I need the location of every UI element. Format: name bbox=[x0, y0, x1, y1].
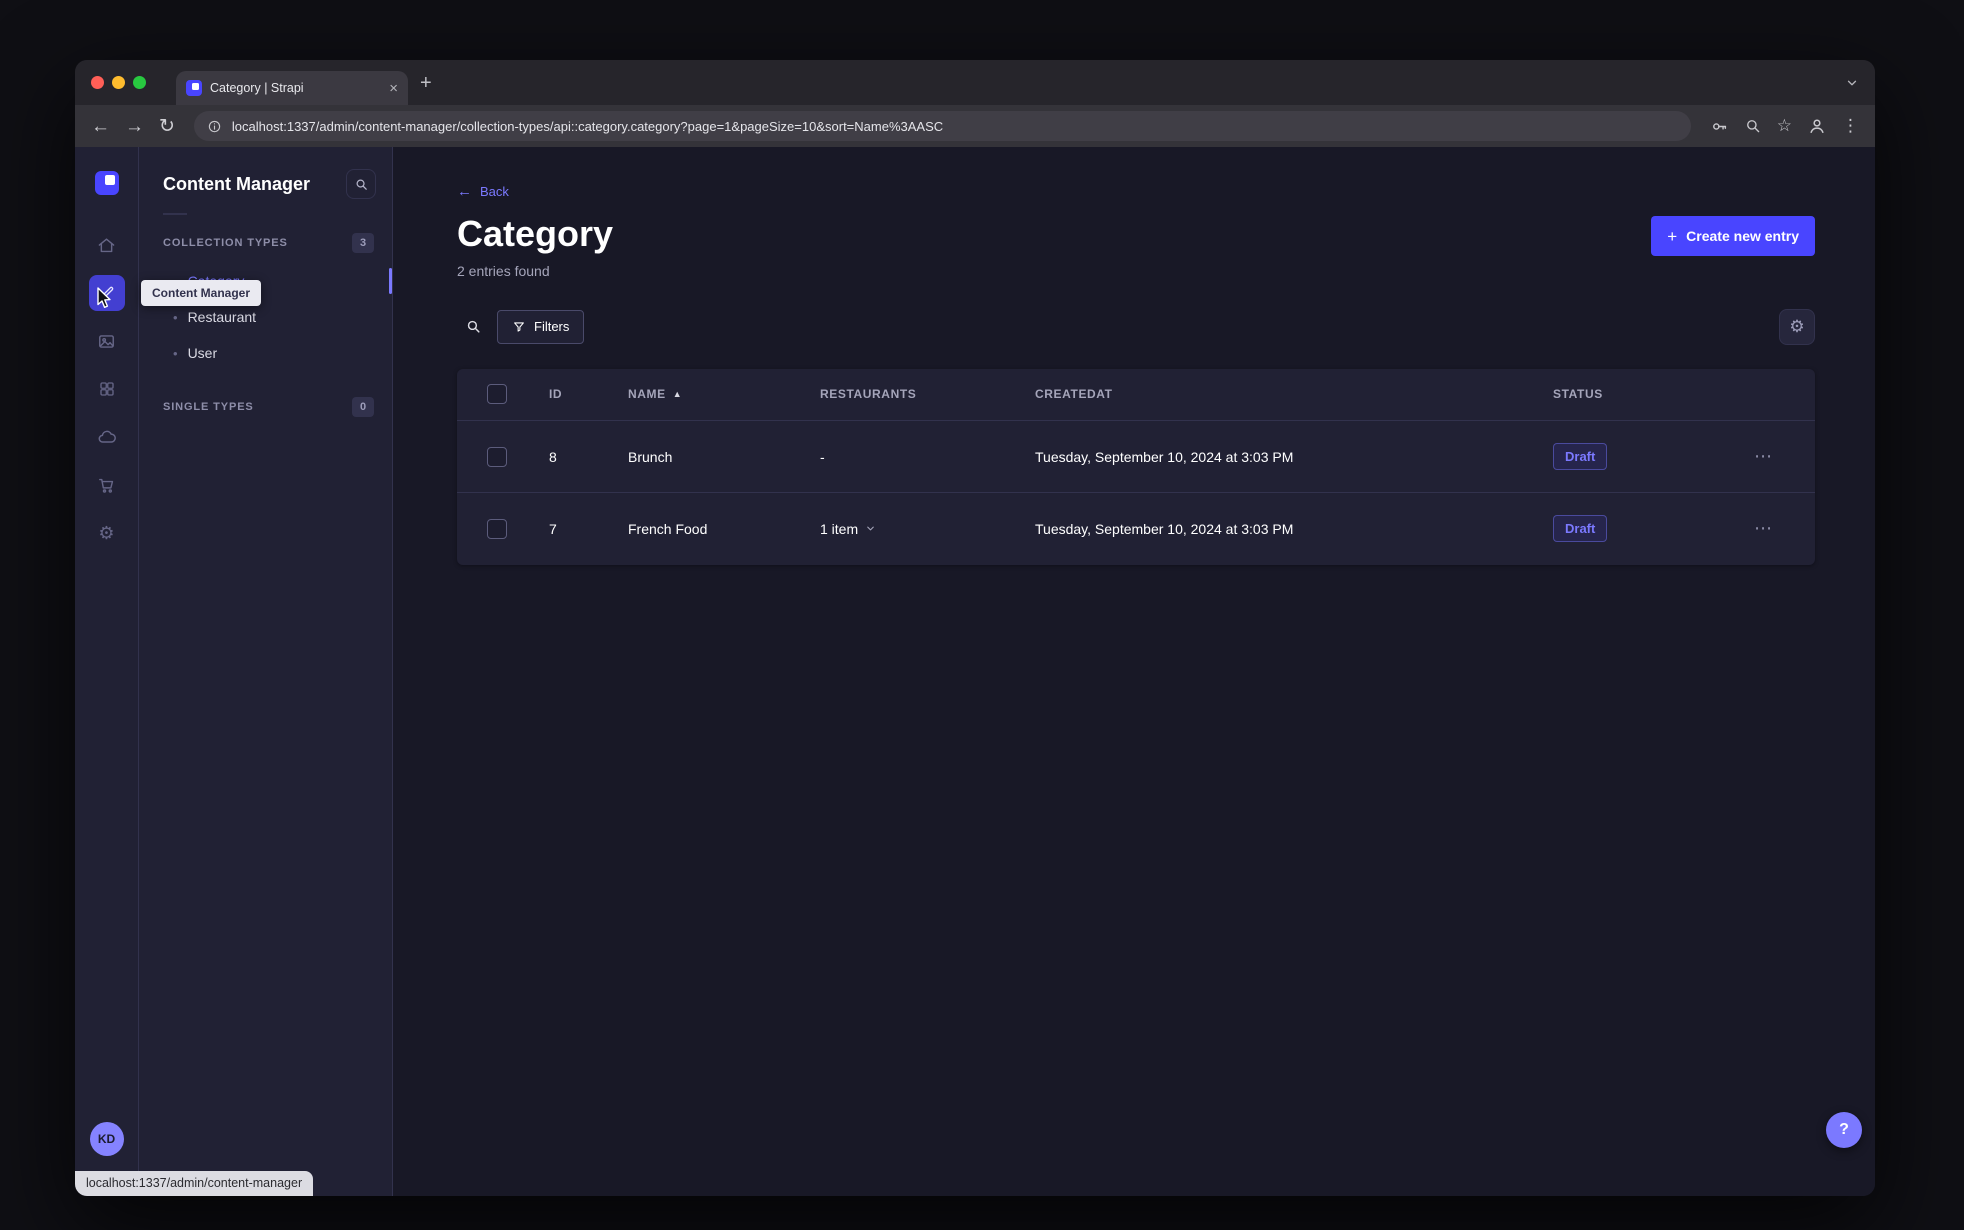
tab-close-icon[interactable]: × bbox=[389, 81, 398, 96]
page-title: Category bbox=[457, 213, 614, 254]
subnav-search-icon[interactable] bbox=[346, 169, 376, 199]
url-text: localhost:1337/admin/content-manager/col… bbox=[231, 118, 944, 134]
cell-id: 8 bbox=[549, 420, 628, 493]
sort-asc-icon[interactable]: ▲ bbox=[673, 389, 683, 399]
content-manager-tooltip: Content Manager bbox=[141, 280, 262, 306]
browser-back-button[interactable]: ← bbox=[91, 117, 110, 136]
create-new-entry-button[interactable]: + Create new entry bbox=[1651, 216, 1815, 256]
active-indicator bbox=[389, 268, 392, 294]
browser-reload-button[interactable]: ↻ bbox=[159, 117, 175, 136]
cell-restaurants: - bbox=[820, 420, 1035, 493]
marketplace-cart-icon[interactable] bbox=[89, 467, 125, 503]
relations-count: 1 item bbox=[820, 520, 859, 537]
status-badge: Draft bbox=[1553, 443, 1608, 471]
cell-createdat: Tuesday, September 10, 2024 at 3:03 PM bbox=[1035, 420, 1553, 493]
column-header-createdat[interactable]: CREATEDAT bbox=[1035, 387, 1113, 401]
bookmark-star-icon[interactable]: ☆ bbox=[1777, 116, 1792, 136]
home-icon[interactable] bbox=[89, 227, 125, 263]
filter-funnel-icon bbox=[514, 321, 524, 332]
chevron-down-icon bbox=[865, 523, 876, 534]
subnav-title: Content Manager bbox=[163, 173, 311, 194]
back-label: Back bbox=[480, 184, 509, 199]
table-row[interactable]: 7 French Food 1 item Tuesday, September … bbox=[457, 492, 1815, 565]
row-actions-icon[interactable]: ⋯ bbox=[1754, 446, 1774, 466]
search-icon[interactable] bbox=[457, 311, 489, 343]
row-actions-icon[interactable]: ⋯ bbox=[1754, 518, 1774, 538]
profile-icon[interactable] bbox=[1807, 116, 1827, 136]
collection-types-count-badge: 3 bbox=[352, 233, 374, 253]
desktop-background: Category | Strapi × + ← → ↻ localhost:13… bbox=[0, 0, 1964, 1230]
password-key-icon[interactable] bbox=[1710, 117, 1729, 136]
table-header-row: ID NAME ▲ RESTAURANTS CREATEDAT STATUS bbox=[457, 369, 1815, 421]
main-content: ← Back Category 2 entries found + Create… bbox=[393, 147, 1875, 1196]
create-button-label: Create new entry bbox=[1686, 228, 1799, 244]
select-all-checkbox[interactable] bbox=[487, 384, 507, 405]
filters-button[interactable]: Filters bbox=[497, 309, 585, 344]
column-header-status[interactable]: STATUS bbox=[1553, 387, 1603, 401]
url-bar[interactable]: localhost:1337/admin/content-manager/col… bbox=[193, 111, 1691, 141]
single-types-count-badge: 0 bbox=[352, 397, 374, 417]
back-arrow-icon: ← bbox=[457, 183, 472, 200]
window-close-button[interactable] bbox=[91, 76, 104, 89]
browser-tab[interactable]: Category | Strapi × bbox=[176, 71, 408, 105]
filters-label: Filters bbox=[534, 319, 570, 335]
sidebar-item-user[interactable]: • User bbox=[139, 335, 392, 371]
bullet-icon: • bbox=[173, 345, 178, 361]
browser-forward-button[interactable]: → bbox=[125, 117, 144, 136]
rail-icon-list: ⚙ bbox=[88, 227, 125, 551]
row-checkbox[interactable] bbox=[487, 446, 507, 467]
status-badge: Draft bbox=[1553, 515, 1608, 543]
deploy-cloud-icon[interactable] bbox=[89, 419, 125, 455]
window-minimize-button[interactable] bbox=[112, 76, 125, 89]
help-button[interactable]: ? bbox=[1826, 1112, 1862, 1148]
browser-menu-icon[interactable]: ⋮ bbox=[1842, 116, 1859, 136]
bullet-icon: • bbox=[173, 309, 178, 325]
strapi-logo[interactable] bbox=[94, 171, 119, 195]
media-library-icon[interactable] bbox=[89, 323, 125, 359]
plus-icon: + bbox=[1667, 226, 1678, 246]
subnav-divider bbox=[163, 213, 187, 215]
browser-window: Category | Strapi × + ← → ↻ localhost:13… bbox=[75, 60, 1875, 1196]
tab-search-chevron-icon[interactable] bbox=[1845, 76, 1859, 90]
content-type-builder-icon[interactable] bbox=[89, 371, 125, 407]
column-header-id[interactable]: ID bbox=[549, 387, 562, 401]
row-checkbox[interactable] bbox=[487, 518, 507, 539]
column-header-restaurants[interactable]: RESTAURANTS bbox=[820, 387, 916, 401]
user-avatar[interactable]: KD bbox=[89, 1122, 124, 1156]
view-settings-gear-icon[interactable]: ⚙ bbox=[1779, 308, 1815, 345]
tab-title: Category | Strapi bbox=[210, 81, 304, 95]
cell-name: Brunch bbox=[628, 420, 820, 493]
relations-toggle[interactable]: 1 item bbox=[820, 521, 876, 537]
entries-count: 2 entries found bbox=[457, 262, 550, 279]
single-types-label: SINGLE TYPES bbox=[163, 401, 254, 413]
collection-types-label: COLLECTION TYPES bbox=[163, 237, 288, 249]
single-types-header: SINGLE TYPES 0 bbox=[139, 397, 392, 417]
window-zoom-button[interactable] bbox=[133, 76, 146, 89]
table-row[interactable]: 8 Brunch - Tuesday, September 10, 2024 a… bbox=[457, 420, 1815, 493]
strapi-admin: ⚙ KD Content Manager COLLECTION TYPES 3 bbox=[75, 147, 1875, 1196]
sidebar-item-label: Restaurant bbox=[187, 309, 257, 325]
sidebar-item-label: User bbox=[187, 345, 218, 361]
zoom-icon[interactable] bbox=[1744, 117, 1762, 135]
strapi-favicon-icon bbox=[186, 80, 202, 96]
collection-types-header: COLLECTION TYPES 3 bbox=[139, 233, 392, 253]
back-link[interactable]: ← Back bbox=[457, 183, 509, 200]
cell-id: 7 bbox=[549, 492, 628, 565]
content-manager-icon[interactable] bbox=[88, 275, 125, 311]
settings-gear-icon[interactable]: ⚙ bbox=[89, 515, 125, 551]
entries-table: ID NAME ▲ RESTAURANTS CREATEDAT STATUS 8… bbox=[457, 368, 1815, 565]
main-nav-rail: ⚙ KD bbox=[75, 147, 139, 1196]
window-controls bbox=[91, 76, 146, 89]
status-bubble: localhost:1337/admin/content-manager bbox=[75, 1171, 314, 1196]
new-tab-button[interactable]: + bbox=[420, 73, 432, 93]
browser-toolbar: ← → ↻ localhost:1337/admin/content-manag… bbox=[75, 105, 1875, 147]
column-header-name[interactable]: NAME bbox=[628, 387, 666, 401]
cell-name: French Food bbox=[628, 492, 820, 565]
cell-createdat: Tuesday, September 10, 2024 at 3:03 PM bbox=[1035, 492, 1553, 565]
site-info-icon[interactable] bbox=[207, 119, 222, 134]
browser-tab-strip: Category | Strapi × + bbox=[75, 60, 1875, 105]
